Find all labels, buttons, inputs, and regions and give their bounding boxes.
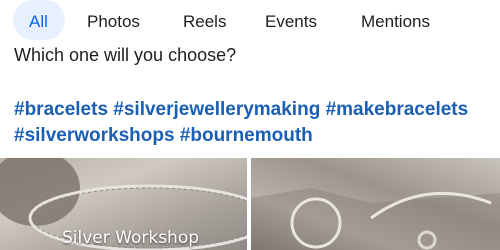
bracelet-illustration-right: [251, 188, 500, 250]
post-caption: Which one will you choose?: [14, 45, 237, 65]
tab-events[interactable]: Events: [265, 0, 317, 44]
tab-mentions[interactable]: Mentions: [361, 0, 430, 44]
post-hashtags[interactable]: #bracelets #silverjewellerymaking #makeb…: [14, 97, 500, 149]
photo-label: Silver Workshop: [62, 228, 200, 248]
hashtags-line-1[interactable]: #bracelets #silverjewellerymaking #makeb…: [14, 97, 500, 123]
photo-silver-bracelet-right[interactable]: [251, 158, 500, 250]
tab-all[interactable]: All: [29, 0, 48, 44]
hashtags-line-2[interactable]: #silverworkshops #bournemouth: [14, 123, 500, 149]
filter-tabs: All Photos Reels Events Mentions: [0, 0, 500, 44]
tab-reels[interactable]: Reels: [183, 0, 226, 44]
photo-silver-bracelet-left[interactable]: Silver Workshop: [0, 158, 247, 250]
photo-grid: Silver Workshop: [0, 158, 500, 250]
tab-photos[interactable]: Photos: [87, 0, 140, 44]
